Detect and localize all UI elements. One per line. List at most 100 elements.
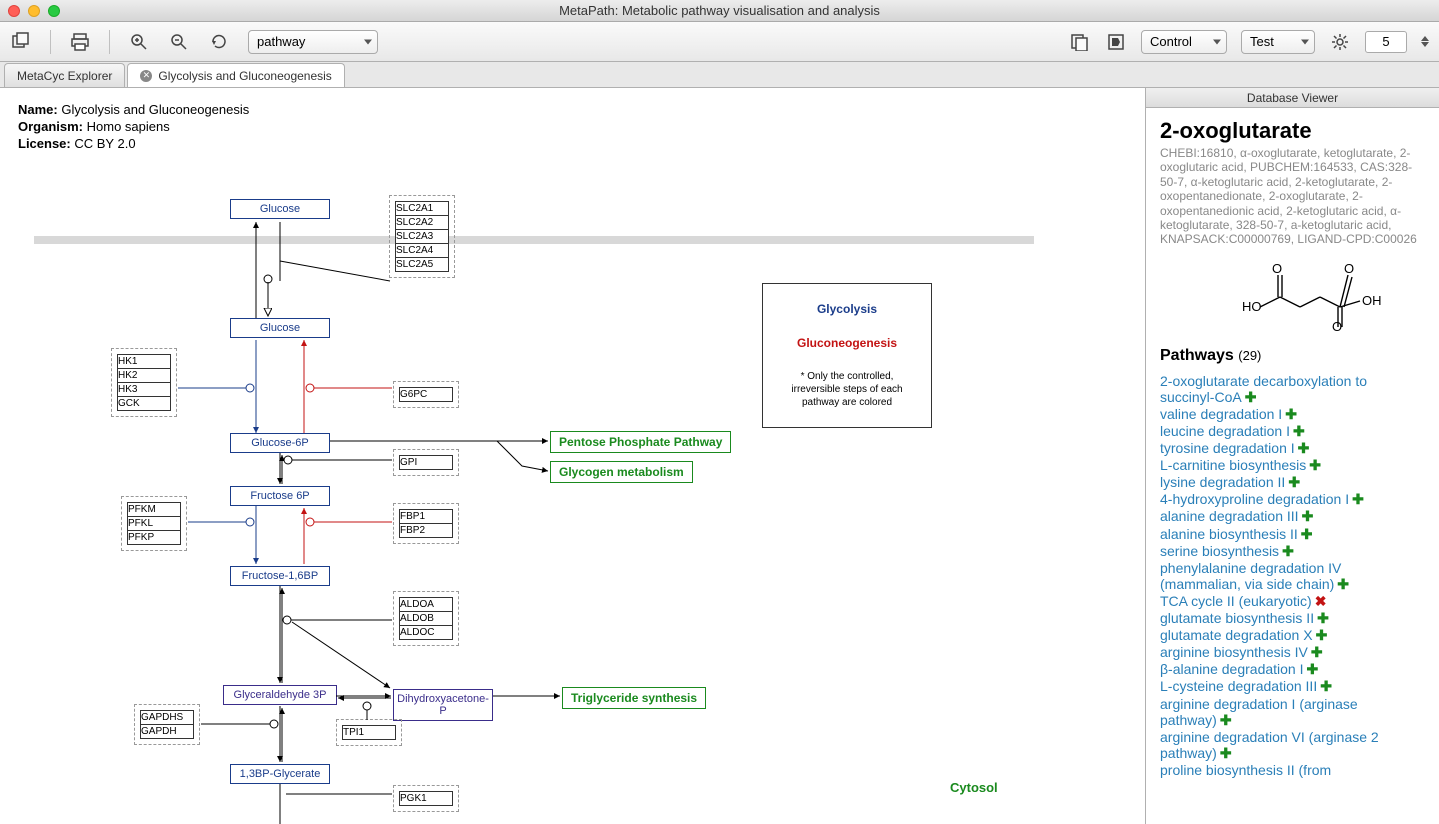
pathway-link[interactable]: tyrosine degradation I bbox=[1160, 440, 1295, 456]
gene-fbp2[interactable]: FBP2 bbox=[399, 524, 453, 538]
pathway-link[interactable]: serine biosynthesis bbox=[1160, 543, 1279, 559]
gene-pfkp[interactable]: PFKP bbox=[127, 531, 181, 545]
plus-icon[interactable]: ✚ bbox=[1293, 423, 1305, 439]
pathway-link[interactable]: alanine degradation III bbox=[1160, 508, 1299, 524]
gene-slc2a2[interactable]: SLC2A2 bbox=[395, 216, 449, 230]
gene-gapdhs[interactable]: GAPDHS bbox=[140, 710, 194, 725]
compound-glucose-ext[interactable]: Glucose bbox=[230, 199, 330, 219]
plus-icon[interactable]: ✚ bbox=[1301, 526, 1313, 542]
tab-glycolysis[interactable]: ✕ Glycolysis and Gluconeogenesis bbox=[127, 63, 344, 87]
gene-gpi[interactable]: GPI bbox=[399, 455, 453, 470]
gene-pfkm[interactable]: PFKM bbox=[127, 502, 181, 517]
pathway-link[interactable]: TCA cycle II (eukaryotic) bbox=[1160, 593, 1312, 609]
refresh-icon[interactable] bbox=[208, 31, 230, 53]
gene-hk1[interactable]: HK1 bbox=[117, 354, 171, 369]
pathway-link[interactable]: 2-oxoglutarate decarboxylation to succin… bbox=[1160, 373, 1367, 405]
plus-icon[interactable]: ✚ bbox=[1352, 491, 1364, 507]
gene-gapdh[interactable]: GAPDH bbox=[140, 725, 194, 739]
stepper-down-icon[interactable] bbox=[1421, 42, 1429, 47]
gene-pfkl[interactable]: PFKL bbox=[127, 517, 181, 531]
pathway-link[interactable]: lysine degradation II bbox=[1160, 474, 1285, 490]
pathway-link[interactable]: valine degradation I bbox=[1160, 406, 1282, 422]
link-triglyceride[interactable]: Triglyceride synthesis bbox=[562, 687, 706, 709]
pathway-link[interactable]: glutamate biosynthesis II bbox=[1160, 610, 1314, 626]
plus-icon[interactable]: ✚ bbox=[1309, 457, 1321, 473]
gene-aldoc[interactable]: ALDOC bbox=[399, 626, 453, 640]
plus-icon[interactable]: ✚ bbox=[1282, 543, 1294, 559]
plus-icon[interactable]: ✚ bbox=[1220, 745, 1232, 761]
plus-icon[interactable]: ✚ bbox=[1317, 610, 1329, 626]
pathway-link[interactable]: L-carnitine biosynthesis bbox=[1160, 457, 1306, 473]
pathway-link[interactable]: leucine degradation I bbox=[1160, 423, 1290, 439]
gene-gck[interactable]: GCK bbox=[117, 397, 171, 411]
plus-icon[interactable]: ✚ bbox=[1220, 712, 1232, 728]
gene-aldob[interactable]: ALDOB bbox=[399, 612, 453, 626]
structure-diagram: HO O O O OH bbox=[1198, 261, 1388, 333]
gene-slc2a3[interactable]: SLC2A3 bbox=[395, 230, 449, 244]
pathway-link[interactable]: arginine degradation I (arginase pathway… bbox=[1160, 696, 1358, 728]
new-window-icon[interactable] bbox=[10, 31, 32, 53]
gene-slc2a5[interactable]: SLC2A5 bbox=[395, 258, 449, 272]
copy-icon[interactable] bbox=[1069, 31, 1091, 53]
pathway-link[interactable]: alanine biosynthesis II bbox=[1160, 526, 1298, 542]
pathway-link[interactable]: phenylalanine degradation IV (mammalian,… bbox=[1160, 560, 1341, 592]
compound-glyceraldehyde3p[interactable]: Glyceraldehyde 3P bbox=[223, 685, 337, 705]
pathways-section-title: Pathways (29) bbox=[1160, 347, 1425, 365]
link-glycogen[interactable]: Glycogen metabolism bbox=[550, 461, 693, 483]
plus-icon[interactable]: ✚ bbox=[1337, 576, 1349, 592]
plus-icon[interactable]: ✚ bbox=[1302, 508, 1314, 524]
pathway-link[interactable]: proline biosynthesis II (from bbox=[1160, 762, 1331, 778]
pathway-list-item: alanine biosynthesis II✚ bbox=[1160, 526, 1425, 542]
link-ppp[interactable]: Pentose Phosphate Pathway bbox=[550, 431, 731, 453]
print-icon[interactable] bbox=[69, 31, 91, 53]
gene-slc2a4[interactable]: SLC2A4 bbox=[395, 244, 449, 258]
plus-icon[interactable]: ✚ bbox=[1311, 644, 1323, 660]
gene-pgk1[interactable]: PGK1 bbox=[399, 791, 453, 806]
gene-hk3[interactable]: HK3 bbox=[117, 383, 171, 397]
compound-fructose6p[interactable]: Fructose 6P bbox=[230, 486, 330, 506]
tab-metacyc-explorer[interactable]: MetaCyc Explorer bbox=[4, 63, 125, 87]
compound-glucose6p[interactable]: Glucose-6P bbox=[230, 433, 330, 453]
stepper-up-icon[interactable] bbox=[1421, 36, 1429, 41]
pathway-link[interactable]: arginine degradation VI (arginase 2 path… bbox=[1160, 729, 1379, 761]
pathway-list-item: glutamate biosynthesis II✚ bbox=[1160, 610, 1425, 626]
gene-aldoa[interactable]: ALDOA bbox=[399, 597, 453, 612]
gene-tpi1[interactable]: TPI1 bbox=[342, 725, 396, 740]
zoom-out-icon[interactable] bbox=[168, 31, 190, 53]
gene-fbp1[interactable]: FBP1 bbox=[399, 509, 453, 524]
pathway-link[interactable]: β-alanine degradation I bbox=[1160, 661, 1304, 677]
control-select[interactable]: Control bbox=[1141, 30, 1227, 54]
window-maximize-button[interactable] bbox=[48, 5, 60, 17]
window-minimize-button[interactable] bbox=[28, 5, 40, 17]
plus-icon[interactable]: ✚ bbox=[1316, 627, 1328, 643]
number-input[interactable] bbox=[1365, 31, 1407, 53]
pathway-link[interactable]: L-cysteine degradation III bbox=[1160, 678, 1317, 694]
zoom-in-icon[interactable] bbox=[128, 31, 150, 53]
compound-dhap[interactable]: Dihydroxyacetone-P bbox=[393, 689, 493, 721]
gene-g6pc[interactable]: G6PC bbox=[399, 387, 453, 402]
view-mode-select[interactable]: pathway bbox=[248, 30, 378, 54]
window-close-button[interactable] bbox=[8, 5, 20, 17]
pathway-link[interactable]: arginine biosynthesis IV bbox=[1160, 644, 1308, 660]
plus-icon[interactable]: ✚ bbox=[1288, 474, 1300, 490]
tag-icon[interactable] bbox=[1105, 31, 1127, 53]
plus-icon[interactable]: ✚ bbox=[1320, 678, 1332, 694]
plus-icon[interactable]: ✚ bbox=[1245, 389, 1257, 405]
pathway-list-item: leucine degradation I✚ bbox=[1160, 423, 1425, 439]
plus-icon[interactable]: ✚ bbox=[1298, 440, 1310, 456]
plus-icon[interactable]: ✚ bbox=[1285, 406, 1297, 422]
gene-hk2[interactable]: HK2 bbox=[117, 369, 171, 383]
compound-13bpg[interactable]: 1,3BP-Glycerate bbox=[230, 764, 330, 784]
test-select[interactable]: Test bbox=[1241, 30, 1315, 54]
pathway-link[interactable]: glutamate degradation X bbox=[1160, 627, 1313, 643]
compound-glucose[interactable]: Glucose bbox=[230, 318, 330, 338]
close-icon[interactable]: ✕ bbox=[140, 70, 152, 82]
gene-slc2a1[interactable]: SLC2A1 bbox=[395, 201, 449, 216]
main-toolbar: pathway Control Test bbox=[0, 22, 1439, 62]
plus-icon[interactable]: ✚ bbox=[1307, 661, 1319, 677]
settings-icon[interactable] bbox=[1329, 31, 1351, 53]
pathway-link[interactable]: 4-hydroxyproline degradation I bbox=[1160, 491, 1349, 507]
cross-icon[interactable]: ✖ bbox=[1315, 593, 1327, 609]
pathway-canvas[interactable]: Name: Glycolysis and Gluconeogenesis Org… bbox=[0, 88, 1145, 824]
compound-fructose16bp[interactable]: Fructose-1,6BP bbox=[230, 566, 330, 586]
